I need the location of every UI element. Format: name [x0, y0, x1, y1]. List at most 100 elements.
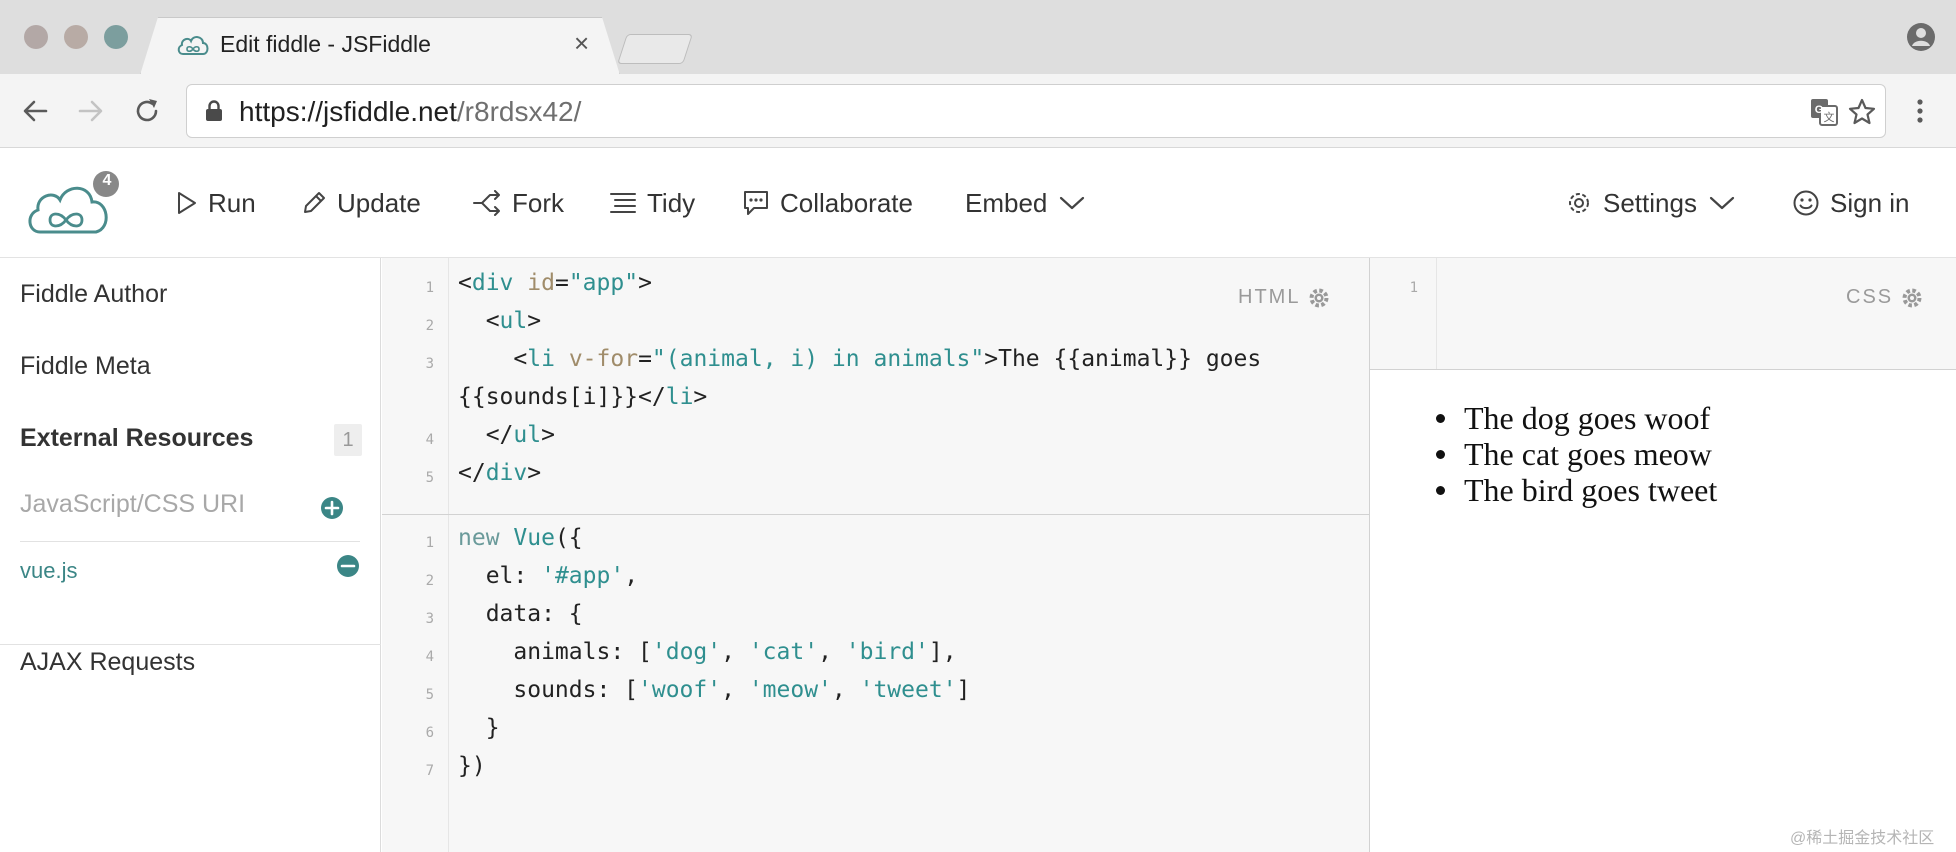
- translate-icon[interactable]: G 文: [1809, 97, 1839, 127]
- js-code-line: data: {: [458, 601, 583, 627]
- line-number: 1: [425, 535, 434, 551]
- collaborate-label: Collaborate: [780, 187, 913, 218]
- remove-resource-minus-icon[interactable]: [336, 554, 360, 578]
- sidebar-item-ajax-requests[interactable]: AJAX Requests: [20, 648, 195, 677]
- pane-divider-horizontal[interactable]: [382, 514, 1369, 515]
- html-label-text: HTML: [1238, 286, 1301, 308]
- bookmark-star-icon[interactable]: [1847, 97, 1877, 127]
- fork-button[interactable]: Fork: [472, 186, 564, 220]
- html-code-line: <ul>: [458, 308, 542, 334]
- result-list-item: The dog goes woof: [1435, 400, 1717, 436]
- result-panel: The dog goes woof The cat goes meow The …: [1370, 370, 1956, 852]
- html-editor-panel[interactable]: 1 2 3 4 5 <div id="app"> <ul> <li v-for=…: [382, 258, 1369, 514]
- css-panel-label: CSS: [1846, 286, 1923, 309]
- js-code-line: sounds: ['woof', 'meow', 'tweet']: [458, 677, 971, 703]
- line-number: 2: [425, 318, 434, 334]
- gear-icon[interactable]: [1901, 287, 1923, 309]
- run-button[interactable]: Run: [176, 186, 256, 220]
- js-gutter: 1 2 3 4 5 6 7: [382, 515, 449, 852]
- result-list-item: The cat goes meow: [1435, 436, 1717, 472]
- line-number: 5: [425, 687, 434, 703]
- settings-label: Settings: [1603, 187, 1697, 218]
- line-number: 1: [425, 280, 434, 296]
- sign-in-label: Sign in: [1830, 187, 1910, 218]
- profile-icon[interactable]: [1906, 22, 1936, 52]
- add-resource-plus-icon[interactable]: [320, 496, 344, 520]
- html-code-line: </div>: [458, 460, 542, 486]
- update-button[interactable]: Update: [301, 186, 421, 220]
- sidebar-item-fiddle-author[interactable]: Fiddle Author: [20, 280, 167, 309]
- svg-text:文: 文: [1824, 110, 1835, 124]
- js-code-line: animals: ['dog', 'cat', 'bird'],: [458, 639, 957, 665]
- settings-button[interactable]: Settings: [1565, 186, 1737, 220]
- jsfiddle-cloud-icon: [177, 36, 209, 55]
- line-number: 6: [425, 725, 434, 741]
- tidy-lines-icon: [610, 193, 636, 213]
- js-editor-panel[interactable]: 1 2 3 4 5 6 7 new Vue({ el: '#app', data…: [382, 515, 1369, 852]
- sidebar-item-external-resources[interactable]: External Resources: [20, 424, 253, 453]
- run-label: Run: [208, 187, 256, 218]
- browser-menu-icon[interactable]: [1910, 96, 1930, 126]
- browser-tab-strip: Edit fiddle - JSFiddle ×: [0, 0, 1956, 75]
- html-gutter: 1 2 3 4 5: [382, 258, 449, 514]
- line-number: 3: [425, 611, 434, 627]
- section-divider: [0, 644, 381, 645]
- jsfiddle-header: 4 Run Update Fork Tidy Collaborate Embed: [0, 148, 1956, 258]
- chevron-down-icon: [1060, 196, 1085, 210]
- smiley-icon: [1793, 190, 1819, 216]
- resource-divider: [20, 541, 360, 542]
- js-code-line: el: '#app',: [458, 563, 639, 589]
- css-label-text: CSS: [1846, 286, 1894, 308]
- play-icon: [178, 192, 196, 214]
- forward-arrow-icon[interactable]: [76, 96, 106, 126]
- line-number: 5: [425, 470, 434, 486]
- result-list: The dog goes woof The cat goes meow The …: [1435, 400, 1718, 508]
- url-text: https://jsfiddle.net/r8rdsx42/: [239, 96, 581, 128]
- html-panel-label: HTML: [1238, 286, 1330, 309]
- sidebar-item-fiddle-meta[interactable]: Fiddle Meta: [20, 352, 151, 381]
- pencil-icon: [304, 192, 325, 213]
- js-code-line: }: [458, 715, 500, 741]
- reload-icon[interactable]: [132, 96, 162, 126]
- window-minimize-button[interactable]: [64, 25, 88, 49]
- gear-icon[interactable]: [1308, 287, 1330, 309]
- logo-badge: 4: [102, 172, 112, 189]
- browser-tab-title: Edit fiddle - JSFiddle: [220, 31, 431, 57]
- embed-button[interactable]: Embed: [965, 186, 1087, 220]
- css-editor-panel[interactable]: 1 CSS: [1370, 258, 1956, 369]
- external-resources-count-badge: 1: [334, 424, 362, 456]
- sign-in-button[interactable]: Sign in: [1792, 186, 1910, 220]
- fork-icon: [473, 190, 500, 216]
- collaborate-button[interactable]: Collaborate: [742, 186, 913, 220]
- address-bar[interactable]: https://jsfiddle.net/r8rdsx42/ G 文: [186, 84, 1886, 138]
- html-code-line: <div id="app">: [458, 270, 652, 296]
- html-code-line: </ul>: [458, 422, 555, 448]
- resource-uri-input[interactable]: JavaScript/CSS URI: [20, 490, 245, 519]
- line-number: 4: [425, 649, 434, 665]
- window-maximize-button[interactable]: [104, 25, 128, 49]
- tidy-button[interactable]: Tidy: [609, 186, 695, 220]
- line-number: 1: [1409, 280, 1418, 296]
- window-close-button[interactable]: [24, 25, 48, 49]
- html-code-line: <li v-for="(animal, i) in animals">The {…: [458, 346, 1262, 372]
- tidy-label: Tidy: [647, 187, 696, 218]
- js-code-line: new Vue({: [458, 525, 583, 551]
- css-gutter: 1: [1370, 258, 1437, 369]
- back-arrow-icon[interactable]: [20, 96, 50, 126]
- resource-link-vue[interactable]: vue.js: [20, 558, 77, 584]
- tab-close-icon[interactable]: ×: [574, 30, 589, 56]
- result-list-item: The bird goes tweet: [1435, 472, 1718, 508]
- browser-navigation-bar: https://jsfiddle.net/r8rdsx42/ G 文: [0, 74, 1956, 148]
- html-code-line: {{sounds[i]}}</li>: [458, 384, 708, 410]
- url-host: https://jsfiddle.net: [239, 96, 457, 127]
- js-code-line: }): [458, 753, 486, 779]
- watermark: @稀土掘金技术社区: [1790, 830, 1935, 847]
- lock-icon: [206, 100, 222, 121]
- line-number: 2: [425, 573, 434, 589]
- chat-bubble-icon: [744, 191, 768, 215]
- new-tab-button[interactable]: [617, 34, 693, 64]
- line-number: 3: [425, 356, 434, 372]
- url-path: /r8rdsx42/: [456, 96, 582, 127]
- line-number: 4: [425, 432, 434, 448]
- gear-icon: [1569, 193, 1589, 213]
